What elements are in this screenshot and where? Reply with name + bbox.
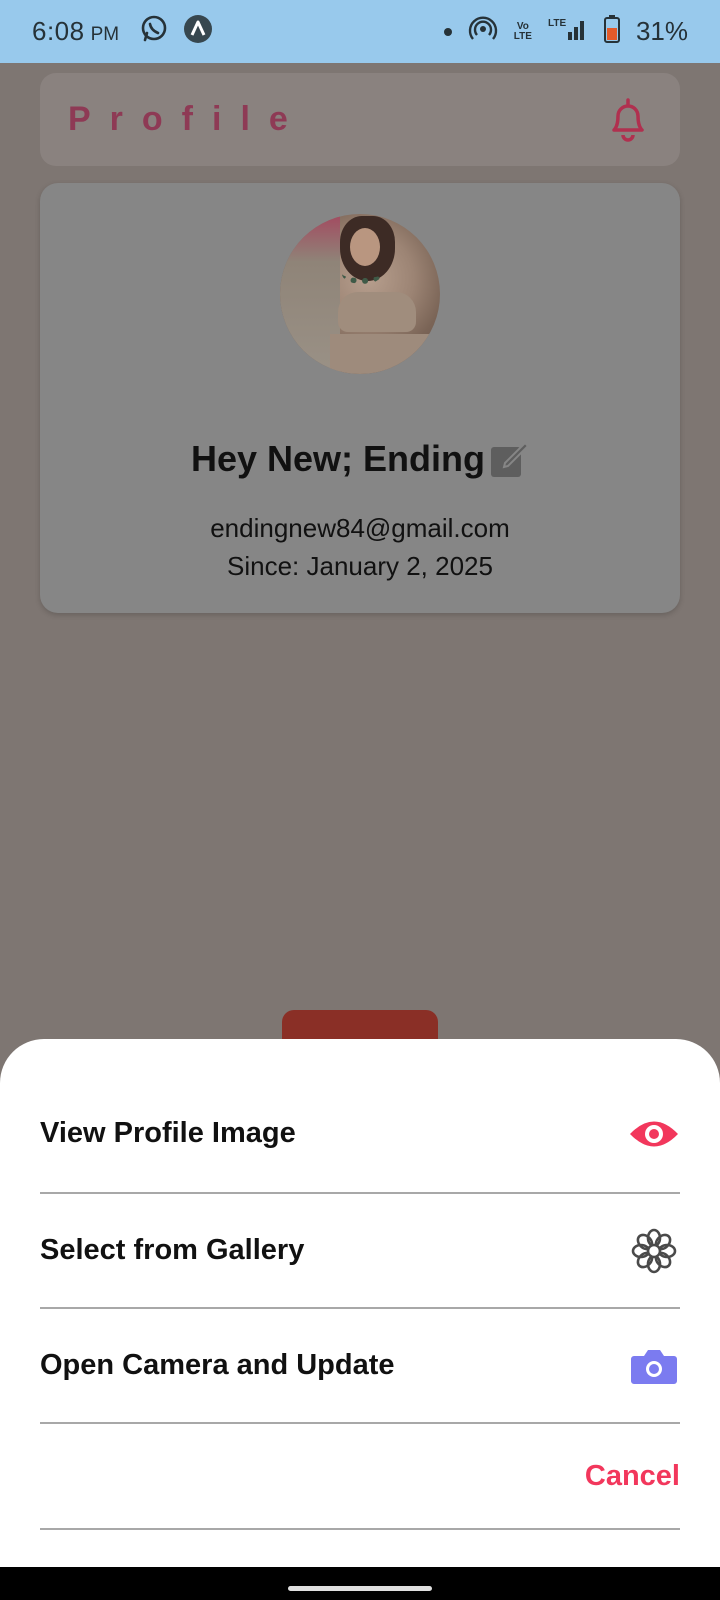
cancel-row: Cancel <box>40 1424 680 1530</box>
open-camera-option[interactable]: Open Camera and Update <box>40 1309 680 1424</box>
option-label: Select from Gallery <box>40 1234 305 1266</box>
profile-email: endingnew84@gmail.com <box>210 513 510 543</box>
flower-icon <box>628 1225 680 1277</box>
home-gesture-handle[interactable] <box>288 1586 432 1591</box>
status-ampm: PM <box>90 23 120 45</box>
volte-icon: Vo LTE <box>513 20 532 42</box>
select-from-gallery-option[interactable]: Select from Gallery <box>40 1194 680 1309</box>
page-title: Profile <box>68 100 307 138</box>
profile-name-row: Hey New; Ending <box>40 438 680 480</box>
signal-icon: LTE <box>548 16 588 47</box>
status-bar: 6:08 PM Vo LTE LTE 31% <box>0 0 720 63</box>
battery-icon <box>603 15 620 48</box>
profile-since: Since: January 2, 2025 <box>227 551 493 581</box>
dot-icon <box>443 27 452 36</box>
eye-icon <box>628 1108 680 1160</box>
app-notification-icon <box>183 14 213 49</box>
avatar[interactable] <box>280 214 440 374</box>
status-right-icons: Vo LTE LTE 31% <box>443 14 688 49</box>
image-options-sheet: View Profile Image Select from Gallery O… <box>0 1039 720 1567</box>
profile-card: Hey New; Ending endingnew84@gmail.com Si… <box>40 183 680 613</box>
navigation-bar <box>0 1567 720 1600</box>
view-profile-image-option[interactable]: View Profile Image <box>40 1039 680 1194</box>
header-card: Profile <box>40 73 680 166</box>
hotspot-icon <box>468 14 498 49</box>
bell-icon[interactable] <box>604 96 652 144</box>
option-label: Open Camera and Update <box>40 1349 395 1381</box>
battery-percent: 31% <box>635 16 688 46</box>
whatsapp-icon <box>139 14 169 49</box>
camera-icon <box>628 1340 680 1392</box>
status-left-icons <box>139 14 213 49</box>
edit-icon[interactable] <box>489 439 530 479</box>
cancel-button[interactable]: Cancel <box>585 1460 680 1493</box>
profile-name: Hey New; Ending <box>190 438 486 479</box>
svg-text:LTE: LTE <box>548 18 566 29</box>
option-label: View Profile Image <box>40 1117 296 1149</box>
status-time: 6:08 <box>32 16 85 46</box>
